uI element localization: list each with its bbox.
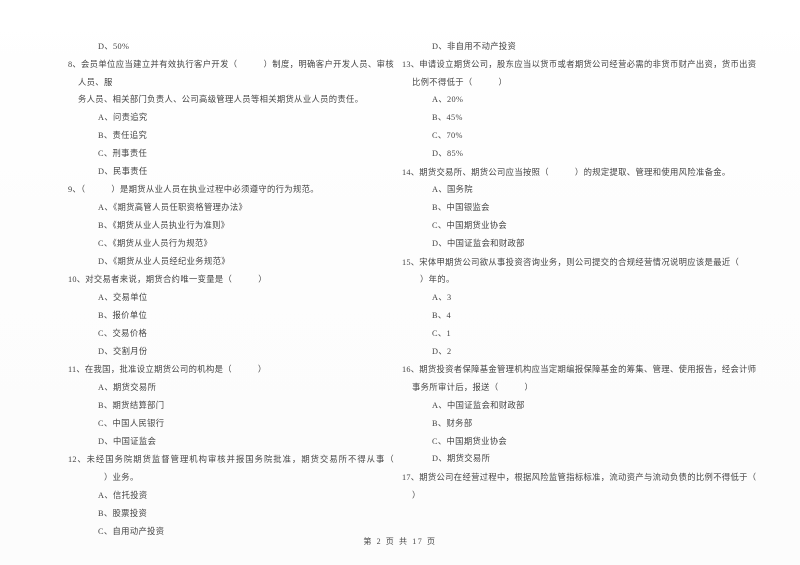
- question-text: 宋体甲期货公司欲从事投资咨询业务，则公司提交的合规经营情况说明应该是最近（: [419, 257, 740, 267]
- question-number: 11、: [68, 365, 85, 375]
- question-stem: 12、未经国务院期货监督管理机构审核并报国务院批准，期货交易所不得从事（ ）业务。: [68, 451, 394, 487]
- question-text: 期货交易所、期货公司应当按照（: [419, 167, 549, 177]
- option-item[interactable]: C、中国期货业协会: [412, 433, 786, 451]
- question-text: 对交易者来说，期货合约唯一变量是（: [85, 275, 233, 285]
- question-stem: 14、期货交易所、期货公司应当按照（ ）的规定提取、管理和使用风险准备金。: [402, 164, 786, 182]
- option-item[interactable]: C、1: [412, 325, 786, 343]
- option-item[interactable]: B、4: [412, 307, 786, 325]
- question-stem: 13、申请设立期货公司，股东应当以货币或者期货公司经营必需的非货币财产出资，货币…: [402, 56, 786, 74]
- option-item[interactable]: C、刑事责任: [78, 145, 394, 163]
- question-stem: 10、对交易者来说，期货合约唯一变量是（ ）: [68, 271, 394, 289]
- question-text-cont: ）年的。: [420, 275, 455, 285]
- question-stem: 15、宋体甲期货公司欲从事投资咨询业务，则公司提交的合规经营情况说明应该是最近（: [402, 254, 786, 272]
- option-item[interactable]: A、《期货高管人员任职资格管理办法》: [78, 199, 394, 217]
- left-column: D、50% 8、会员单位应当建立并有效执行客户开发（ ）制度，明确客户开发人员、审…: [0, 38, 400, 541]
- question-block: 12、未经国务院期货监督管理机构审核并报国务院批准，期货交易所不得从事（ ）业务。…: [68, 451, 394, 540]
- option-item[interactable]: B、45%: [412, 109, 786, 127]
- question-text: 期货公司在经营过程中，根据风险监管指标标准，流动资产与流动负债的比例不得低于（: [419, 473, 757, 483]
- option-item[interactable]: A、3: [412, 289, 786, 307]
- option-item[interactable]: C、《期货从业人员行为规范》: [78, 235, 394, 253]
- question-text: 申请设立期货公司，股东应当以货币或者期货公司经营必需的非货币财产出资，货币出资: [419, 59, 757, 69]
- question-text: （: [80, 185, 86, 195]
- right-column: D、非自用不动产投资 13、申请设立期货公司，股东应当以货币或者期货公司经营必需…: [400, 38, 800, 506]
- question-text: 未经国务院期货监督管理机构审核并报国务院批准，期货交易所不得从事（: [86, 455, 394, 465]
- option-item[interactable]: D、2: [412, 343, 786, 361]
- option-item[interactable]: B、责任追究: [78, 127, 394, 145]
- question-text-cont: ）的规定提取、管理和使用风险准备金。: [574, 167, 731, 177]
- question-stem-line2: ）: [412, 487, 786, 505]
- question-block: 16、期货投资者保障基金管理机构应当定期编报保障基金的筹集、管理、使用报告，经会…: [402, 361, 786, 468]
- option-item: D、非自用不动产投资: [432, 42, 517, 51]
- question-stem: 16、期货投资者保障基金管理机构应当定期编报保障基金的筹集、管理、使用报告，经会…: [402, 361, 786, 379]
- option-item[interactable]: D、85%: [412, 145, 786, 163]
- question-text-cont: ）业务。: [104, 473, 139, 483]
- question-text-cont: ）是期货从业人员在执业过程中必须遵守的行为规范。: [111, 185, 319, 195]
- question-block: 9、（ ）是期货从业人员在执业过程中必须遵守的行为规范。 A、《期货高管人员任职资…: [68, 181, 394, 271]
- question-text-cont: 事务所审计后，报送（: [412, 383, 499, 393]
- option-item[interactable]: B、财务部: [412, 415, 786, 433]
- question-number: 8、: [68, 59, 81, 69]
- question-stem: 11、在我国，批准设立期货公司的机构是（ ）: [68, 361, 394, 379]
- question-number: 15、: [402, 257, 420, 267]
- option-item[interactable]: A、交易单位: [78, 289, 394, 307]
- option-item[interactable]: B、中国银监会: [412, 199, 786, 217]
- exam-page: D、50% 8、会员单位应当建立并有效执行客户开发（ ）制度，明确客户开发人员、审…: [0, 0, 800, 565]
- option-item[interactable]: A、中国证监会和财政部: [412, 397, 786, 415]
- option-item[interactable]: A、期货交易所: [78, 379, 394, 397]
- question-number: 16、: [402, 365, 420, 375]
- question-text: 在我国，批准设立期货公司的机构是（: [84, 365, 232, 375]
- option-item[interactable]: A、20%: [412, 91, 786, 109]
- option-item[interactable]: D、《期货从业人员经纪业务规范》: [78, 253, 394, 271]
- question-block: 17、期货公司在经营过程中，根据风险监管指标标准，流动资产与流动负债的比例不得低…: [402, 469, 786, 505]
- question-stem: 9、（ ）是期货从业人员在执业过程中必须遵守的行为规范。: [68, 181, 394, 199]
- question-stem: 8、会员单位应当建立并有效执行客户开发（ ）制度，明确客户开发人员、审核人员、服: [68, 56, 394, 92]
- question-block: 10、对交易者来说，期货合约唯一变量是（ ） A、交易单位 B、报价单位 C、交易…: [68, 271, 394, 361]
- option-item[interactable]: A、问责追究: [78, 109, 394, 127]
- question-block: 13、申请设立期货公司，股东应当以货币或者期货公司经营必需的非货币财产出资，货币…: [402, 56, 786, 163]
- question-number: 14、: [402, 167, 420, 177]
- option-item[interactable]: C、交易价格: [78, 325, 394, 343]
- question-stem-line2: 事务所审计后，报送（ ）: [412, 379, 786, 397]
- option-item[interactable]: B、《期货从业人员执业行为准则》: [78, 217, 394, 235]
- option-item[interactable]: B、股票投资: [78, 505, 394, 523]
- option-item[interactable]: B、报价单位: [78, 307, 394, 325]
- option-item: D、50%: [98, 42, 130, 51]
- option-item[interactable]: B、期货结算部门: [78, 397, 394, 415]
- question-number: 9、: [68, 185, 81, 195]
- question-stem-line2: ）年的。: [412, 271, 786, 289]
- question-stem-line2: 比例不得低于（ ）: [412, 74, 786, 92]
- option-item[interactable]: D、中国证监会: [78, 433, 394, 451]
- page-footer: 第 2 页 共 17 页: [363, 537, 437, 546]
- option-item[interactable]: D、交割月份: [78, 343, 394, 361]
- question-text-cont2: ）: [524, 383, 534, 393]
- option-item[interactable]: D、期货交易所: [412, 450, 786, 468]
- question-text-cont: 比例不得低于（: [412, 77, 473, 87]
- question-number: 10、: [68, 275, 86, 285]
- question-number: 13、: [402, 59, 420, 69]
- question-block: 8、会员单位应当建立并有效执行客户开发（ ）制度，明确客户开发人员、审核人员、服 …: [68, 56, 394, 181]
- question-text: 会员单位应当建立并有效执行客户开发（: [80, 59, 238, 69]
- question-block: 14、期货交易所、期货公司应当按照（ ）的规定提取、管理和使用风险准备金。 A、国…: [402, 164, 786, 253]
- question-stem-line2: 务人员、相关部门负责人、公司高级管理人员等相关期货从业人员的责任。: [78, 95, 364, 105]
- option-item[interactable]: D、中国证监会和财政部: [412, 235, 786, 253]
- option-item[interactable]: C、中国人民银行: [78, 415, 394, 433]
- question-block: 11、在我国，批准设立期货公司的机构是（ ） A、期货交易所 B、期货结算部门 C…: [68, 361, 394, 451]
- question-number: 12、: [68, 455, 87, 465]
- option-item[interactable]: C、中国期货业协会: [412, 217, 786, 235]
- option-item[interactable]: C、70%: [412, 127, 786, 145]
- question-text-cont: ）: [412, 490, 421, 500]
- question-stem: 17、期货公司在经营过程中，根据风险监管指标标准，流动资产与流动负债的比例不得低…: [402, 469, 786, 487]
- question-number: 17、: [402, 473, 420, 483]
- question-text-cont: ）: [257, 365, 267, 375]
- question-text-cont: ）: [258, 275, 267, 285]
- option-item[interactable]: A、国务院: [412, 181, 786, 199]
- question-block: 15、宋体甲期货公司欲从事投资咨询业务，则公司提交的合规经营情况说明应该是最近（…: [402, 254, 786, 361]
- option-item[interactable]: D、民事责任: [78, 163, 394, 181]
- question-text-cont2: ）: [498, 77, 508, 87]
- option-item[interactable]: A、信托投资: [78, 487, 394, 505]
- question-text: 期货投资者保障基金管理机构应当定期编报保障基金的筹集、管理、使用报告，经会计师: [419, 365, 757, 375]
